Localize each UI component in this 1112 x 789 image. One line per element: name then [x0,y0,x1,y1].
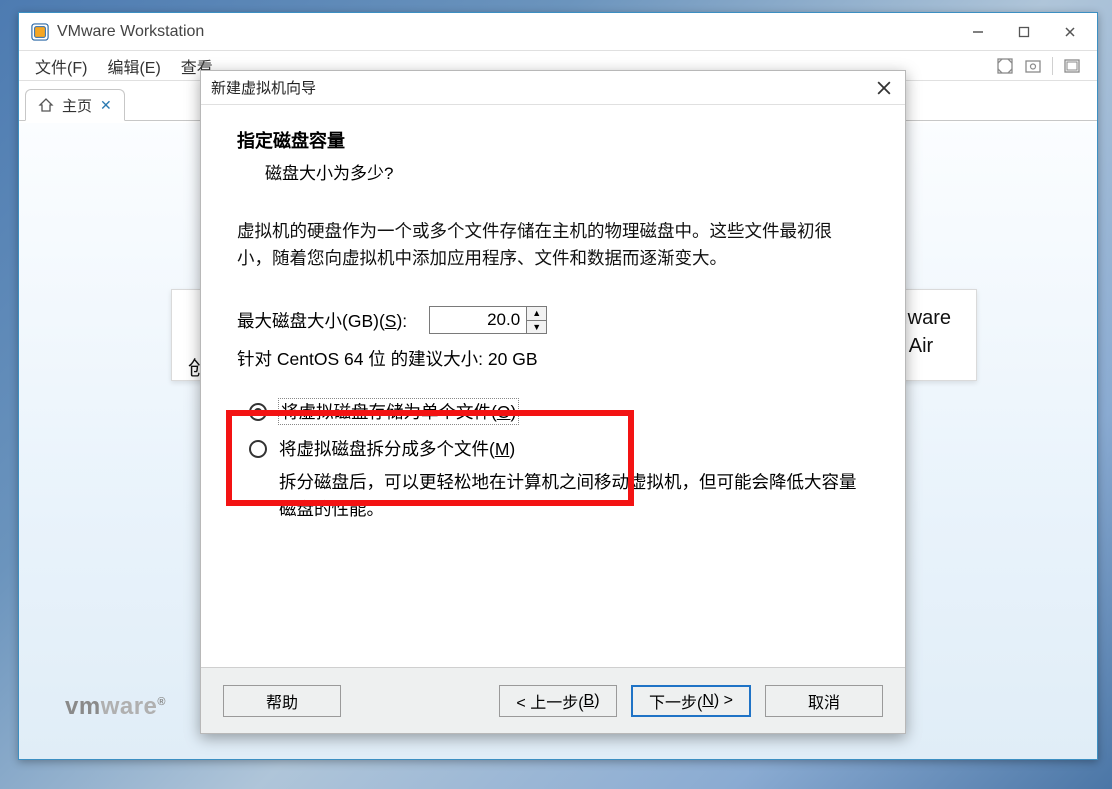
dialog-body: 指定磁盘容量 磁盘大小为多少? 虚拟机的硬盘作为一个或多个文件存储在主机的物理磁… [201,105,905,665]
back-button[interactable]: < 上一步(B) [499,685,617,717]
screenshot-icon[interactable] [1024,57,1042,75]
dialog-title: 新建虚拟机向导 [211,77,316,98]
tab-close-icon[interactable]: ✕ [100,97,112,114]
menu-file[interactable]: 文件(F) [25,51,97,80]
radio-split-files-label: 将虚拟磁盘拆分成多个文件(M) [279,436,515,461]
help-button[interactable]: 帮助 [223,685,341,717]
vmware-watermark: vmware® [65,693,166,721]
radio-dot-icon [249,403,267,421]
new-vm-wizard-dialog: 新建虚拟机向导 指定磁盘容量 磁盘大小为多少? 虚拟机的硬盘作为一个或多个文件存… [200,70,906,734]
dialog-close-button[interactable] [873,77,895,99]
library-icon[interactable] [1063,57,1081,75]
toolbar-icons [996,51,1091,80]
vmware-app-icon [31,23,49,41]
disk-size-field: ▲ ▼ [429,306,547,334]
dialog-titlebar: 新建虚拟机向导 [201,71,905,105]
radio-split-files[interactable]: 将虚拟磁盘拆分成多个文件(M) [249,436,877,461]
dialog-description: 虚拟机的硬盘作为一个或多个文件存储在主机的物理磁盘中。这些文件最初很小，随着您向… [237,218,837,272]
dialog-heading: 指定磁盘容量 [237,127,877,153]
titlebar: VMware Workstation [19,13,1097,51]
app-title: VMware Workstation [57,23,204,41]
cancel-button[interactable]: 取消 [765,685,883,717]
fullscreen-icon[interactable] [996,57,1014,75]
dialog-footer: 帮助 < 上一步(B) 下一步(N) > 取消 [201,667,905,733]
window-maximize-button[interactable] [1001,17,1047,47]
dialog-subheading: 磁盘大小为多少? [265,159,877,184]
spinner: ▲ ▼ [526,307,546,333]
radio-single-file[interactable]: 将虚拟磁盘存储为单个文件(O) [249,399,877,424]
disk-size-input[interactable] [430,307,526,333]
spin-up-button[interactable]: ▲ [527,307,546,321]
tab-home[interactable]: 主页 ✕ [25,89,125,121]
next-button[interactable]: 下一步(N) > [631,685,751,717]
disk-size-row: 最大磁盘大小(GB)(S): ▲ ▼ [237,306,877,334]
disk-size-label: 最大磁盘大小(GB)(S): [237,308,407,333]
split-note-text: 拆分磁盘后，可以更轻松地在计算机之间移动虚拟机，但可能会降低大容量磁盘的性能。 [279,469,859,523]
disk-store-options: 将虚拟磁盘存储为单个文件(O) 将虚拟磁盘拆分成多个文件(M) 拆分磁盘后，可以… [237,399,877,523]
tab-label: 主页 [62,95,92,116]
radio-single-file-label: 将虚拟磁盘存储为单个文件(O) [279,399,518,424]
home-icon [38,97,54,113]
window-close-button[interactable] [1047,17,1093,47]
menu-edit[interactable]: 编辑(E) [97,51,170,80]
spin-down-button[interactable]: ▼ [527,321,546,334]
radio-dot-icon [249,440,267,458]
window-minimize-button[interactable] [955,17,1001,47]
recommended-size-text: 针对 CentOS 64 位 的建议大小: 20 GB [237,346,877,371]
